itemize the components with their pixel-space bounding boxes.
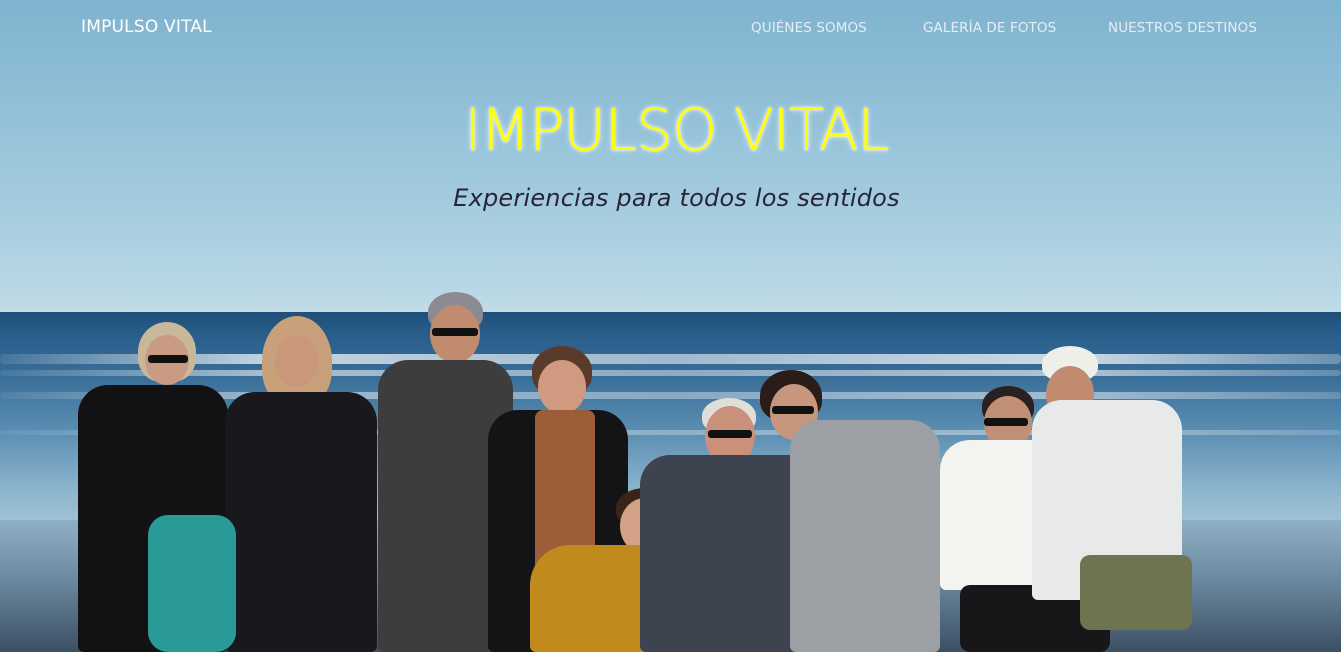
- nav-link-quienes-somos[interactable]: QUIÉNES SOMOS: [751, 20, 867, 36]
- nav-link-galeria-de-fotos[interactable]: GALERÍA DE FOTOS: [923, 20, 1056, 36]
- hero-title: IMPULSO VITAL: [464, 96, 890, 164]
- top-navbar: IMPULSO VITAL QUIÉNES SOMOS GALERÍA DE F…: [0, 0, 1341, 58]
- brand-link[interactable]: IMPULSO VITAL: [81, 17, 212, 37]
- nav-link-nuestros-destinos[interactable]: NUESTROS DESTINOS: [1108, 20, 1257, 36]
- hero-section: IMPULSO VITAL QUIÉNES SOMOS GALERÍA DE F…: [0, 0, 1341, 652]
- hero-subtitle: Experiencias para todos los sentidos: [453, 184, 900, 212]
